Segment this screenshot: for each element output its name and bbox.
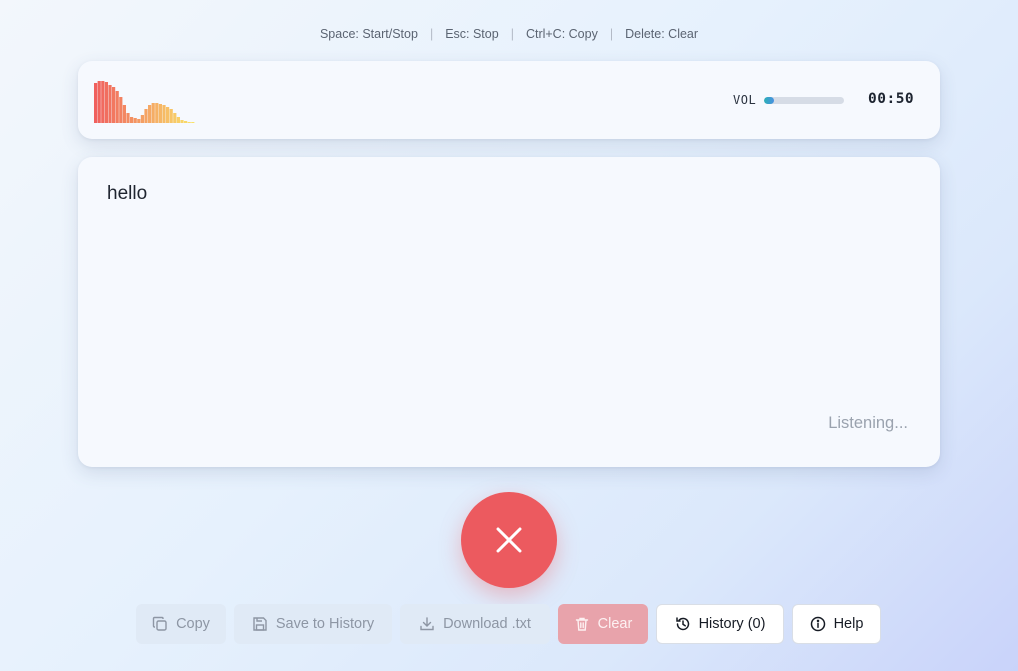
waveform-bar <box>162 105 166 123</box>
copy-icon <box>152 616 167 631</box>
download-button-label: Download .txt <box>443 616 531 632</box>
download-icon <box>420 617 434 631</box>
waveform-bar <box>137 119 141 123</box>
transcript-panel[interactable]: hello Listening... <box>78 157 940 467</box>
listening-status: Listening... <box>828 414 908 432</box>
waveform-bar <box>180 120 184 123</box>
copy-button-label: Copy <box>176 616 210 632</box>
recording-timer: 00:50 <box>868 91 915 107</box>
waveform-bar <box>148 105 152 123</box>
help-button-label: Help <box>833 616 864 632</box>
save-button-label: Save to History <box>275 616 375 632</box>
save-icon <box>253 617 267 631</box>
waveform-bar <box>158 104 162 123</box>
history-button-label: History (0) <box>698 616 766 632</box>
waveform-bar <box>108 85 112 123</box>
clear-button[interactable]: Clear <box>558 604 648 644</box>
waveform-bar <box>119 97 123 123</box>
shortcut-separator: | <box>609 27 614 41</box>
copy-button[interactable]: Copy <box>136 604 226 644</box>
volume-level <box>764 97 774 104</box>
shortcut-separator: | <box>429 27 434 41</box>
waveform-bar <box>126 113 130 123</box>
shortcut-start-stop: Space: Start/Stop <box>319 27 418 41</box>
waveform-bar <box>176 117 180 123</box>
waveform-bar <box>101 81 105 123</box>
shortcut-hints: Space: Start/Stop | Esc: Stop | Ctrl+C: … <box>0 27 1018 41</box>
waveform-bar <box>122 105 126 123</box>
shortcut-copy: Ctrl+C: Copy <box>525 27 598 41</box>
waveform-bar <box>191 122 195 123</box>
shortcut-stop: Esc: Stop <box>445 27 499 41</box>
help-button[interactable]: Help <box>792 604 881 644</box>
waveform-bar <box>169 109 173 123</box>
info-icon <box>810 616 825 632</box>
waveform-bar <box>166 107 170 123</box>
clear-button-label: Clear <box>597 616 633 632</box>
transcript-text[interactable]: hello <box>107 183 147 205</box>
save-to-history-button[interactable]: Save to History <box>234 604 392 644</box>
history-icon <box>675 617 689 631</box>
stop-recording-button[interactable] <box>461 492 557 588</box>
waveform-bar <box>115 91 119 123</box>
waveform-bar <box>187 122 191 123</box>
waveform-bar <box>151 103 155 123</box>
waveform-bar <box>104 82 108 123</box>
shortcut-clear: Delete: Clear <box>625 27 699 41</box>
audio-meter-panel: VOL 00:50 <box>78 61 940 139</box>
history-button[interactable]: History (0) <box>656 604 784 644</box>
waveform-bar <box>112 87 116 123</box>
waveform-bar <box>133 118 137 123</box>
trash-icon <box>575 617 588 631</box>
waveform-bar <box>94 83 98 123</box>
audio-waveform <box>94 81 195 123</box>
volume-label: VOL <box>733 93 757 107</box>
waveform-bar <box>155 103 159 123</box>
shortcut-separator: | <box>510 27 514 41</box>
download-txt-button[interactable]: Download .txt <box>400 604 550 644</box>
volume-meter <box>764 97 844 104</box>
waveform-bar <box>97 81 101 123</box>
waveform-bar <box>184 121 188 123</box>
waveform-bar <box>173 113 177 123</box>
waveform-bar <box>144 109 148 123</box>
close-icon <box>496 527 522 553</box>
waveform-bar <box>130 117 134 123</box>
waveform-bar <box>140 115 144 123</box>
